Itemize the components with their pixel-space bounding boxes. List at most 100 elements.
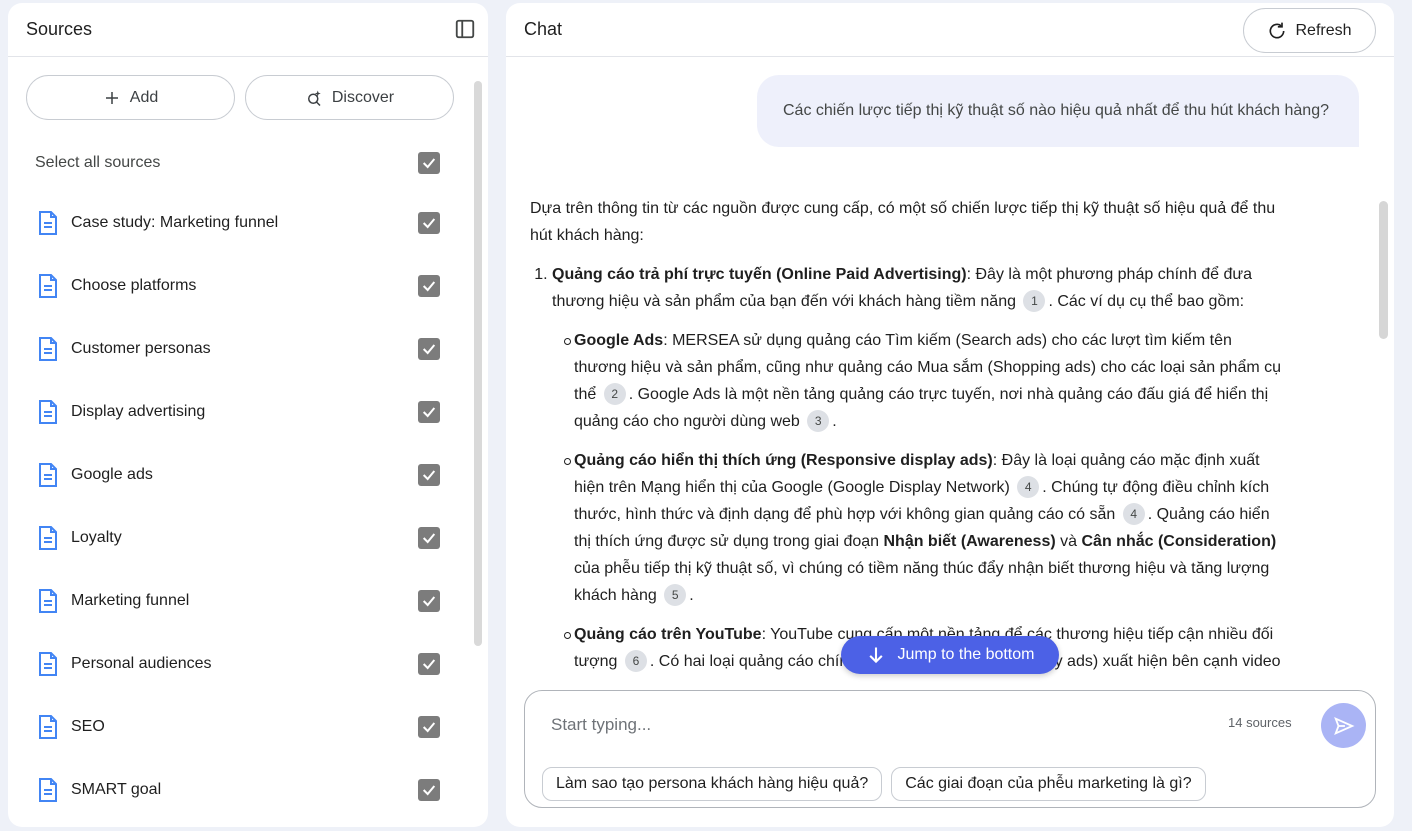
- source-checkbox[interactable]: [418, 274, 440, 297]
- source-item[interactable]: SMART goal: [8, 758, 488, 821]
- citation-badge[interactable]: 4: [1122, 503, 1145, 525]
- document-icon: [39, 462, 57, 487]
- send-icon: [1333, 716, 1355, 735]
- assistant-answer: Dựa trên thông tin từ các nguồn được cun…: [530, 195, 1286, 689]
- sources-title: Sources: [26, 19, 93, 39]
- check-icon: [422, 595, 436, 606]
- sub2-title: Quảng cáo hiển thị thích ứng (Responsive…: [574, 452, 993, 469]
- citation-badge[interactable]: 6: [624, 650, 647, 672]
- document-icon: [39, 651, 57, 676]
- document-icon: [39, 777, 57, 802]
- jump-label: Jump to the bottom: [897, 646, 1035, 663]
- check-icon: [422, 280, 436, 291]
- chat-scrollbar[interactable]: [1379, 201, 1388, 339]
- source-label: Marketing funnel: [71, 591, 190, 609]
- source-label: Google ads: [71, 465, 153, 483]
- document-icon: [39, 525, 57, 550]
- sources-scrollbar[interactable]: [474, 81, 482, 646]
- document-icon: [39, 273, 57, 298]
- add-label: Add: [129, 88, 159, 106]
- item1-title: Quảng cáo trả phí trực tuyến (Online Pai…: [552, 266, 967, 283]
- citation-badge[interactable]: 3: [807, 410, 830, 432]
- select-all-checkbox[interactable]: [418, 152, 440, 174]
- check-icon: [422, 406, 436, 417]
- plus-icon: [105, 91, 118, 104]
- check-icon: [422, 217, 436, 228]
- sub2-bold-a: Nhận biết (Awareness): [883, 533, 1056, 550]
- select-all-row[interactable]: Select all sources: [35, 148, 440, 178]
- source-checkbox[interactable]: [418, 463, 440, 486]
- source-item[interactable]: Choose platforms: [8, 254, 488, 317]
- citation-badge[interactable]: 4: [1017, 476, 1040, 498]
- source-checkbox[interactable]: [418, 337, 440, 360]
- list-item: Quảng cáo trả phí trực tuyến (Online Pai…: [552, 261, 1286, 675]
- sub1-text-b: . Google Ads là một nền tảng quảng cáo t…: [574, 386, 1269, 430]
- source-label: Display advertising: [71, 402, 206, 420]
- sub2-bold-b: Cân nhắc (Consideration): [1081, 533, 1277, 550]
- sources-header: Sources: [8, 3, 488, 57]
- source-checkbox[interactable]: [418, 400, 440, 423]
- refresh-button[interactable]: Refresh: [1243, 8, 1376, 53]
- suggestion-chip[interactable]: Làm sao tạo persona khách hàng hiệu quả?: [542, 767, 883, 801]
- document-icon: [39, 588, 57, 613]
- arrow-down-icon: [868, 647, 883, 664]
- jump-to-bottom-button[interactable]: Jump to the bottom: [841, 636, 1059, 674]
- document-icon: [39, 399, 57, 424]
- source-item[interactable]: Personal audiences: [8, 632, 488, 695]
- composer: 14 sources Làm sao tạo persona khách hàn…: [524, 690, 1376, 808]
- user-message-text: Các chiến lược tiếp thị kỹ thuật số nào …: [782, 102, 1329, 119]
- source-label: Case study: Marketing funnel: [71, 213, 279, 231]
- source-item[interactable]: SEO: [8, 695, 488, 758]
- source-item[interactable]: Customer personas: [8, 317, 488, 380]
- citation-badge[interactable]: 5: [664, 584, 687, 606]
- discover-button[interactable]: Discover: [245, 75, 454, 120]
- check-icon: [422, 532, 436, 543]
- sub1-text-c: .: [832, 413, 837, 430]
- refresh-icon: [1269, 22, 1285, 39]
- source-label: Personal audiences: [71, 654, 212, 672]
- check-icon: [422, 658, 436, 669]
- answer-intro: Dựa trên thông tin từ các nguồn được cun…: [530, 200, 1276, 244]
- list-item: Quảng cáo hiển thị thích ứng (Responsive…: [564, 447, 1286, 609]
- source-list: Case study: Marketing funnel Choose platf…: [8, 191, 488, 821]
- list-item: Google Ads: MERSEA sử dụng quảng cáo Tìm…: [564, 327, 1286, 435]
- item1-text-b: . Các ví dụ cụ thể bao gồm:: [1048, 293, 1245, 310]
- user-message: Các chiến lược tiếp thị kỹ thuật số nào …: [757, 75, 1359, 147]
- sparkle-search-icon: [307, 90, 321, 106]
- source-label: Customer personas: [71, 339, 211, 357]
- chat-panel: Chat Refresh Các chiến lược tiếp thị kỹ …: [506, 3, 1394, 827]
- chat-input[interactable]: [551, 711, 1191, 739]
- source-item[interactable]: Case study: Marketing funnel: [8, 191, 488, 254]
- suggestion-chip[interactable]: Các giai đoạn của phễu marketing là gì?: [891, 767, 1206, 801]
- send-button[interactable]: [1321, 703, 1366, 748]
- strategy-list: Quảng cáo trả phí trực tuyến (Online Pai…: [530, 261, 1286, 675]
- source-item[interactable]: Loyalty: [8, 506, 488, 569]
- source-checkbox[interactable]: [418, 652, 440, 675]
- source-actions: Add Discover: [26, 75, 454, 120]
- source-checkbox[interactable]: [418, 211, 440, 234]
- source-item[interactable]: Marketing funnel: [8, 569, 488, 632]
- panel-collapse-icon[interactable]: [454, 18, 476, 40]
- sub2-text-e: .: [689, 587, 694, 604]
- sub1-title: Google Ads: [574, 332, 664, 349]
- source-checkbox[interactable]: [418, 589, 440, 612]
- source-item[interactable]: Display advertising: [8, 380, 488, 443]
- check-icon: [422, 784, 436, 795]
- source-label: SEO: [71, 717, 105, 735]
- discover-label: Discover: [331, 88, 395, 106]
- source-checkbox[interactable]: [418, 778, 440, 801]
- document-icon: [39, 336, 57, 361]
- select-all-label: Select all sources: [35, 154, 161, 171]
- sub-list: Google Ads: MERSEA sử dụng quảng cáo Tìm…: [552, 327, 1286, 675]
- add-source-button[interactable]: Add: [26, 75, 235, 120]
- citation-badge[interactable]: 1: [1023, 290, 1046, 312]
- source-checkbox[interactable]: [418, 526, 440, 549]
- check-icon: [422, 469, 436, 480]
- source-checkbox[interactable]: [418, 715, 440, 738]
- source-item[interactable]: Google ads: [8, 443, 488, 506]
- chat-header: Chat Refresh: [506, 3, 1394, 57]
- check-icon: [422, 721, 436, 732]
- citation-badge[interactable]: 2: [603, 383, 626, 405]
- sub3-title: Quảng cáo trên YouTube: [574, 626, 762, 643]
- sub2-and: và: [1060, 533, 1078, 550]
